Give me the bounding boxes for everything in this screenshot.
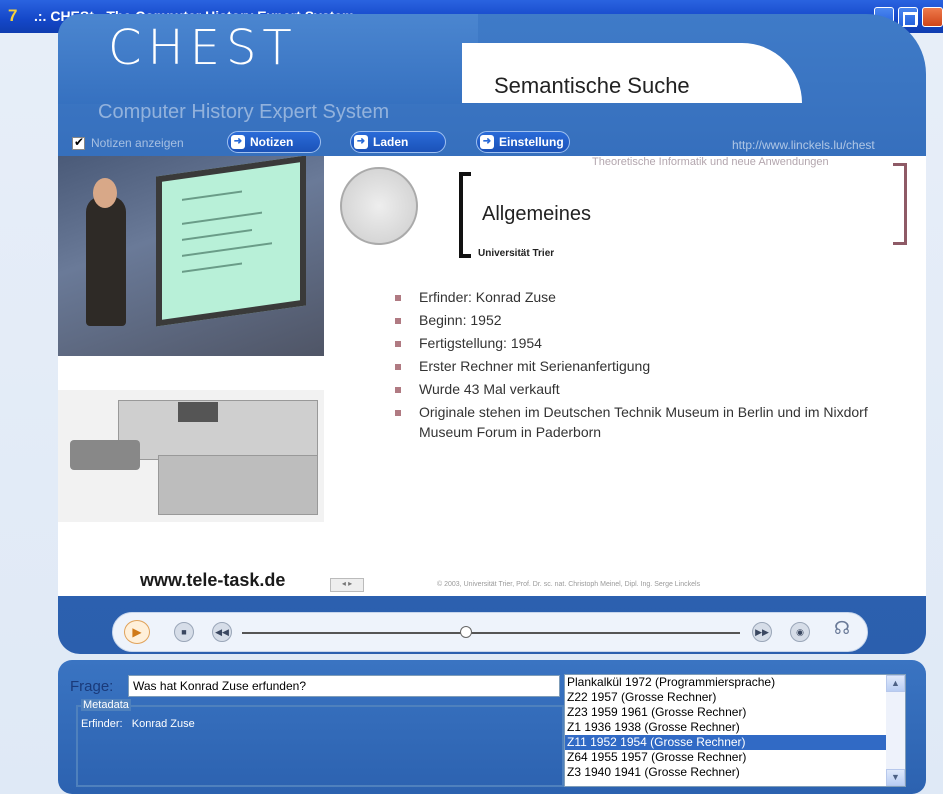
slide-copyright: © 2003, Universität Trier, Prof. Dr. sc.… <box>437 581 701 588</box>
help-icon[interactable]: ☊ <box>828 618 856 644</box>
results-scrollbar[interactable]: ▲ ▼ <box>886 675 905 786</box>
title-bracket-left <box>459 172 471 258</box>
list-item[interactable]: Z23 1959 1961 (Grosse Rechner) <box>565 705 905 720</box>
seek-bar[interactable] <box>242 632 740 634</box>
seek-handle[interactable] <box>460 626 473 638</box>
bullet-item: Wurde 43 Mal verkauft <box>395 379 905 399</box>
settings-button[interactable]: ➜ Einstellung <box>476 131 570 153</box>
teletask-url: www.tele-task.de <box>140 570 286 590</box>
load-button-label: Laden <box>373 135 409 149</box>
whiteboard <box>156 156 306 327</box>
maximize-button[interactable] <box>898 7 918 27</box>
list-item[interactable]: Z1 1936 1938 (Grosse Rechner) <box>565 720 905 735</box>
title-bracket-right <box>893 163 907 245</box>
z11-machine-image <box>58 390 324 522</box>
bullet-item: Erfinder: Konrad Zuse <box>395 287 905 307</box>
arrow-right-icon: ➜ <box>354 135 368 149</box>
website-url[interactable]: http://www.linckels.lu/chest <box>732 138 875 152</box>
slide-header-top: Theoretische Informatik und neue Anwendu… <box>592 156 829 168</box>
show-notes-checkbox[interactable] <box>72 135 85 150</box>
arrow-right-icon: ➜ <box>480 135 494 149</box>
scroll-up-icon[interactable]: ▲ <box>886 675 905 692</box>
scroll-down-icon[interactable]: ▼ <box>886 769 905 786</box>
play-icon[interactable]: ▶ <box>124 620 150 644</box>
lecturer <box>86 196 126 326</box>
arrow-right-icon: ➜ <box>231 135 245 149</box>
results-list[interactable]: Plankalkül 1972 (Programmiersprache) Z22… <box>564 674 906 787</box>
lecturer-head <box>93 178 117 208</box>
list-item[interactable]: Z22 1957 (Grosse Rechner) <box>565 690 905 705</box>
rewind-icon[interactable]: ◀◀ <box>212 622 232 642</box>
logo-subtitle: Computer History Expert System <box>98 101 390 123</box>
list-item[interactable]: Z64 1955 1957 (Grosse Rechner) <box>565 750 905 765</box>
bullet-item: Erster Rechner mit Serienanfertigung <box>395 356 905 376</box>
volume-icon[interactable]: ◉ <box>790 622 810 642</box>
metadata-row: Erfinder: Konrad Zuse <box>81 718 195 730</box>
list-item-selected[interactable]: Z11 1952 1954 (Grosse Rechner) <box>565 735 905 750</box>
stop-icon[interactable]: ■ <box>174 622 194 642</box>
bullet-list: Erfinder: Konrad Zuse Beginn: 1952 Ferti… <box>395 287 905 445</box>
university-name: Universität Trier <box>478 248 555 259</box>
question-input[interactable] <box>128 675 560 697</box>
logo: CHEST <box>108 20 298 76</box>
load-button[interactable]: ➜ Laden <box>350 131 446 153</box>
metadata-title: Metadata <box>81 699 131 711</box>
notes-button-label: Notizen <box>250 135 294 149</box>
bullet-item: Fertigstellung: 1954 <box>395 333 905 353</box>
list-item[interactable]: Z3 1940 1941 (Grosse Rechner) <box>565 765 905 780</box>
question-label: Frage: <box>70 678 114 695</box>
slide-title: Allgemeines <box>482 203 591 225</box>
bullet-item: Beginn: 1952 <box>395 310 905 330</box>
show-notes-label: Notizen anzeigen <box>91 136 184 150</box>
app-icon: 7 <box>8 6 18 25</box>
metadata-key: Erfinder: <box>81 718 123 730</box>
metadata-value: Konrad Zuse <box>131 718 195 730</box>
notes-button[interactable]: ➜ Notizen <box>227 131 321 153</box>
close-button[interactable] <box>922 7 943 27</box>
lecture-video <box>58 156 324 356</box>
section-title: Semantische Suche <box>494 73 690 98</box>
settings-button-label: Einstellung <box>499 135 564 149</box>
fast-forward-icon[interactable]: ▶▶ <box>752 622 772 642</box>
university-seal <box>340 167 418 245</box>
slide-nav-button[interactable]: ◂ ▸ <box>330 578 364 592</box>
bullet-item: Originale stehen im Deutschen Technik Mu… <box>395 402 905 442</box>
list-item[interactable]: Plankalkül 1972 (Programmiersprache) <box>565 675 905 690</box>
